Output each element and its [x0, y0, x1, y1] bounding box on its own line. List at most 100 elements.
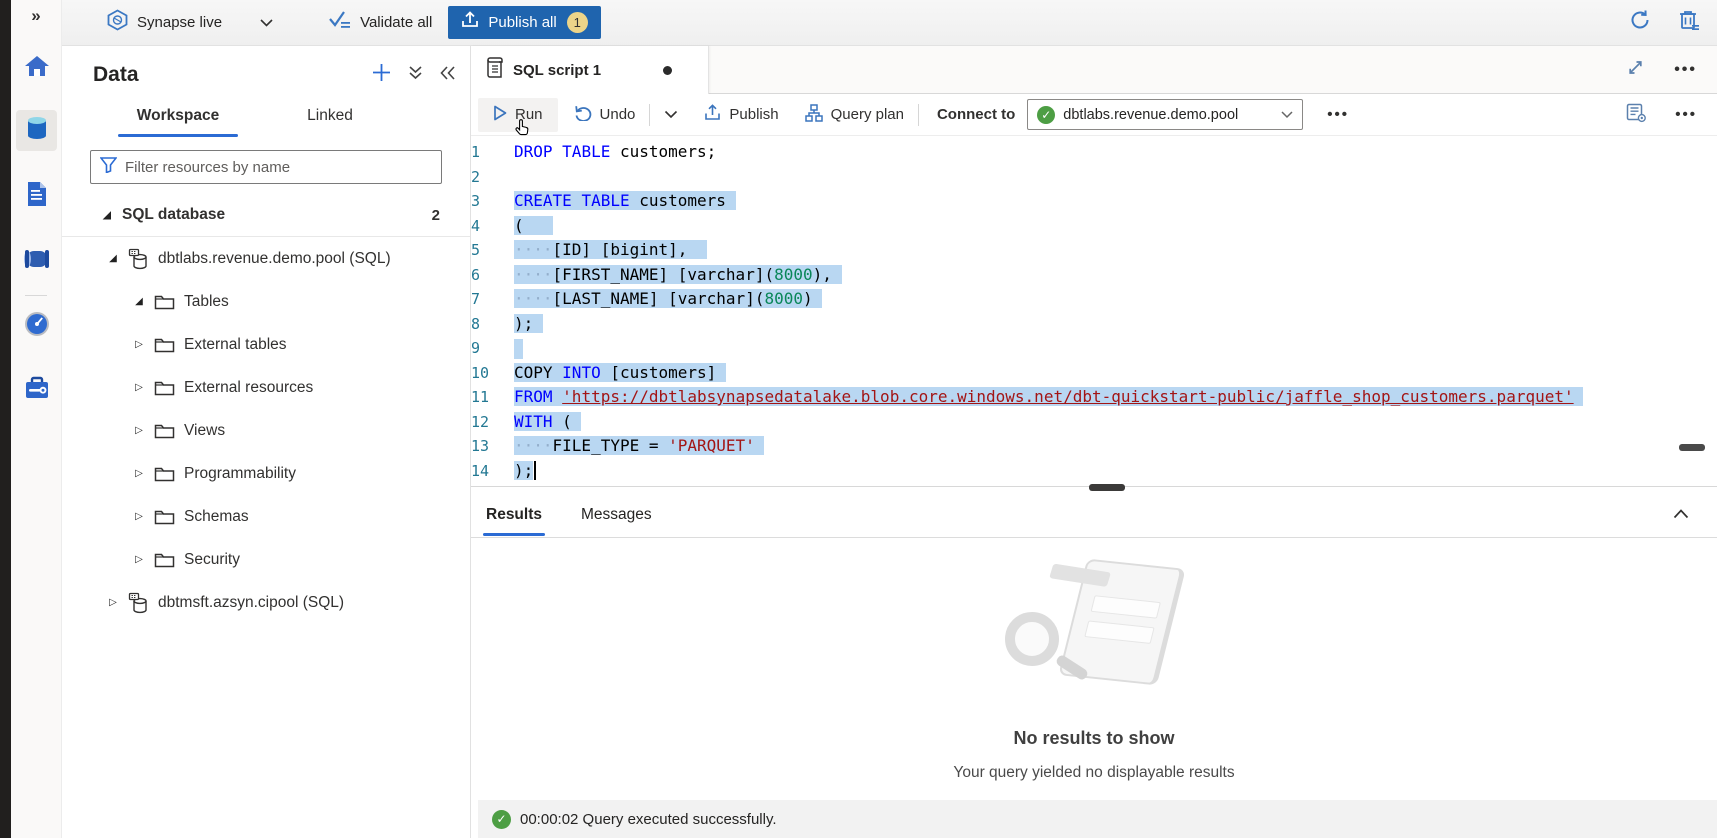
data-database-icon	[25, 115, 49, 146]
collapsed-triangle-icon[interactable]: ▷	[132, 382, 146, 393]
tree-item-programmability[interactable]: ▷Programmability	[62, 452, 470, 495]
nav-home-button[interactable]	[16, 48, 57, 89]
mode-selector[interactable]: Synapse live	[107, 9, 273, 36]
tree-item-security[interactable]: ▷ Security	[62, 538, 470, 581]
empty-state-subtitle: Your query yielded no displayable result…	[471, 764, 1717, 782]
collapse-panel-icon[interactable]	[440, 66, 456, 85]
tree-item-external-tables[interactable]: ▷External tables	[62, 323, 470, 366]
validate-all-label: Validate all	[360, 14, 432, 31]
publish-label: Publish	[729, 106, 778, 123]
collapsed-triangle-icon[interactable]: ▷	[132, 511, 146, 522]
code-line-14[interactable]: 14);	[471, 459, 1717, 484]
develop-document-icon	[26, 181, 48, 212]
code-line-7[interactable]: 7····[LAST_NAME] [varchar](8000)	[471, 287, 1717, 312]
collapsed-triangle-icon[interactable]: ▷	[106, 597, 120, 608]
editor-scrollbar-thumb[interactable]	[1679, 444, 1705, 451]
code-line-10[interactable]: 10COPY INTO [customers]	[471, 361, 1717, 386]
toolbar-divider	[918, 104, 919, 126]
tree-item-label: Security	[184, 551, 240, 569]
text-cursor	[534, 461, 536, 480]
publish-upload-icon	[704, 104, 721, 125]
database-tree: ◢SQL database2◢dbtlabs.revenue.demo.pool…	[62, 194, 470, 624]
tab-linked[interactable]: Linked	[254, 99, 406, 137]
folder-icon	[154, 509, 175, 525]
expand-fullscreen-icon[interactable]	[1627, 59, 1644, 81]
no-results-empty-state: No results to show Your query yielded no…	[471, 560, 1717, 782]
nav-data-button[interactable]	[16, 110, 57, 151]
refresh-icon[interactable]	[1629, 9, 1651, 36]
nav-develop-button[interactable]	[16, 176, 57, 217]
expanded-triangle-icon[interactable]: ◢	[132, 296, 146, 307]
splitter-handle[interactable]	[1089, 484, 1125, 491]
code-line-1[interactable]: 1DROP TABLE customers;	[471, 140, 1717, 165]
filter-resources-input[interactable]	[125, 159, 432, 176]
results-tab-results[interactable]: Results	[483, 494, 545, 536]
tree-item-views[interactable]: ▷Views	[62, 409, 470, 452]
unsaved-changes-dot	[663, 66, 672, 75]
properties-settings-icon[interactable]	[1626, 103, 1647, 127]
collapsed-triangle-icon[interactable]: ▷	[132, 425, 146, 436]
chevron-up-icon[interactable]	[1673, 506, 1717, 524]
nav-monitor-button[interactable]	[16, 306, 57, 347]
publish-button[interactable]: Publish	[704, 104, 778, 125]
nav-integrate-button[interactable]	[16, 241, 57, 282]
sql-code-editor[interactable]: 1DROP TABLE customers;23CREATE TABLE cus…	[471, 136, 1717, 486]
more-ellipsis-icon[interactable]: •••	[1674, 61, 1697, 79]
more-ellipsis-icon[interactable]: •••	[1675, 106, 1697, 123]
selected-empty-line	[514, 339, 523, 359]
nav-manage-button[interactable]	[16, 370, 57, 411]
tree-item-dbtlabs-revenue-demo-pool-sql[interactable]: ◢dbtlabs.revenue.demo.pool (SQL)	[62, 237, 470, 280]
line-number: 2	[471, 165, 514, 190]
code-line-9[interactable]: 9	[471, 336, 1717, 361]
collapsed-triangle-icon[interactable]: ▷	[132, 468, 146, 479]
connect-to-label: Connect to	[937, 106, 1015, 123]
folder-icon	[154, 380, 175, 396]
funnel-filter-icon	[100, 157, 117, 178]
line-number: 10	[471, 361, 514, 386]
code-line-11[interactable]: 11FROM 'https://dbtlabsynapsedatalake.bl…	[471, 385, 1717, 410]
code-line-3[interactable]: 3CREATE TABLE customers	[471, 189, 1717, 214]
code-line-4[interactable]: 4(	[471, 214, 1717, 239]
chevron-down-icon[interactable]	[260, 14, 273, 32]
run-button[interactable]: Run	[478, 98, 558, 132]
add-plus-icon[interactable]	[372, 63, 391, 87]
query-plan-button[interactable]: Query plan	[805, 104, 904, 126]
chevron-double-down-icon[interactable]	[408, 65, 423, 86]
undo-button[interactable]: Undo	[574, 104, 636, 125]
collapsed-triangle-icon[interactable]: ▷	[132, 554, 146, 565]
tree-item-schemas[interactable]: ▷Schemas	[62, 495, 470, 538]
line-number: 5	[471, 238, 514, 263]
code-line-2[interactable]: 2	[471, 165, 1717, 190]
code-line-12[interactable]: 12WITH (	[471, 410, 1717, 435]
pool-name: dbtlabs.revenue.demo.pool	[1063, 107, 1238, 123]
publish-upload-icon	[461, 11, 479, 34]
connect-pool-dropdown[interactable]: ✓ dbtlabs.revenue.demo.pool	[1027, 99, 1303, 130]
tab-sql-script-1[interactable]: SQL script 1	[471, 46, 709, 94]
collapsed-triangle-icon[interactable]: ▷	[132, 339, 146, 350]
validate-checklist-icon	[328, 10, 351, 35]
left-nav-rail: »	[11, 0, 62, 838]
more-ellipsis-icon[interactable]: •••	[1327, 106, 1349, 123]
folder-icon	[154, 337, 175, 353]
expanded-triangle-icon[interactable]: ◢	[106, 253, 120, 264]
code-line-13[interactable]: 13····FILE_TYPE = 'PARQUET'	[471, 434, 1717, 459]
run-play-icon	[493, 105, 507, 125]
tree-item-tables[interactable]: ◢Tables	[62, 280, 470, 323]
run-options-chevron-icon[interactable]	[664, 106, 678, 123]
tab-workspace[interactable]: Workspace	[102, 99, 254, 137]
expand-nav-chevrons[interactable]: »	[11, 6, 61, 26]
code-line-6[interactable]: 6····[FIRST_NAME] [varchar](8000),	[471, 263, 1717, 288]
discard-trash-icon[interactable]	[1679, 9, 1699, 36]
line-number: 1	[471, 140, 514, 165]
code-line-8[interactable]: 8);	[471, 312, 1717, 337]
results-tab-messages[interactable]: Messages	[578, 494, 655, 536]
tree-item-sql-database[interactable]: ◢SQL database2	[62, 194, 470, 237]
results-panel: ResultsMessages No results to show Your	[471, 492, 1717, 800]
folder-icon	[154, 552, 175, 568]
tree-item-dbtmsft-azsyn-cipool-sql[interactable]: ▷dbtmsft.azsyn.cipool (SQL)	[62, 581, 470, 624]
expanded-triangle-icon[interactable]: ◢	[100, 210, 114, 221]
publish-all-button[interactable]: Publish all 1	[448, 6, 600, 39]
validate-all-button[interactable]: Validate all	[328, 10, 432, 35]
tree-item-external-resources[interactable]: ▷External resources	[62, 366, 470, 409]
code-line-5[interactable]: 5····[ID] [bigint],	[471, 238, 1717, 263]
